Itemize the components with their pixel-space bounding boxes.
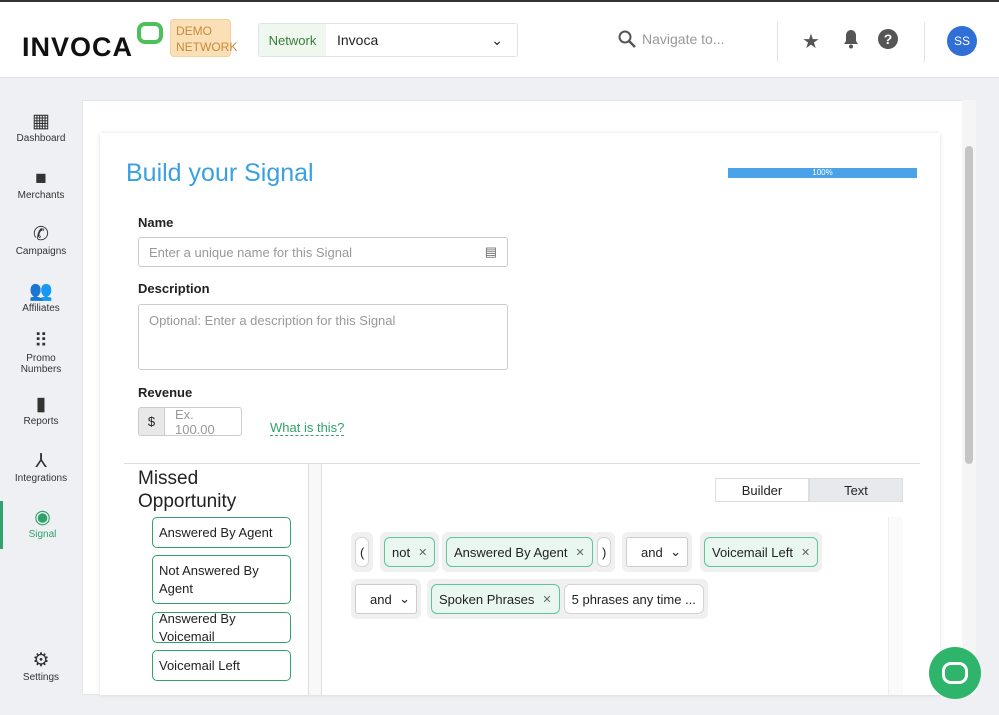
sidebar-item-affiliates[interactable]: 👥 Affiliates	[0, 281, 82, 314]
condition-not-answered-by-agent[interactable]: Not Answered By Agent	[152, 555, 291, 604]
operator-group: and ⌄	[622, 532, 692, 572]
navigate-search[interactable]: Navigate to...	[618, 30, 725, 48]
chat-button[interactable]	[929, 647, 981, 699]
not-group: not ✕	[380, 532, 440, 572]
what-is-this-link[interactable]: What is this?	[270, 420, 345, 436]
operator-select[interactable]: and ⌄	[355, 584, 417, 614]
condition-answered-by-voicemail[interactable]: Answered By Voicemail	[152, 611, 291, 644]
bar-chart-icon: ▮	[35, 394, 47, 415]
folder-icon: ■	[35, 168, 47, 189]
name-input[interactable]: Enter a unique name for this Signal ▤	[138, 237, 508, 267]
voicemail-left-token[interactable]: Voicemail Left ✕	[704, 537, 819, 567]
keypad-icon: ⠿	[34, 331, 48, 352]
page-title: Build your Signal	[126, 159, 314, 187]
close-paren[interactable]: )	[597, 537, 612, 567]
close-icon[interactable]: ✕	[542, 593, 551, 606]
people-icon: 👥	[29, 281, 53, 302]
chevron-down-icon: ⌄	[670, 544, 681, 559]
sidebar-item-campaigns[interactable]: ✆ Campaigns	[0, 224, 82, 257]
sidebar: ▦ Dashboard ■ Merchants ✆ Campaigns 👥 Affili…	[0, 79, 82, 715]
spoken-phrases-token[interactable]: Spoken Phrases ✕	[431, 584, 560, 614]
phrases-detail-token[interactable]: 5 phrases any time ...	[563, 584, 704, 614]
not-token[interactable]: not ✕	[384, 537, 436, 567]
description-textarea[interactable]: Optional: Enter a description for this S…	[138, 304, 508, 370]
tab-builder[interactable]: Builder	[715, 478, 809, 502]
operator-select[interactable]: and ⌄	[626, 537, 688, 567]
avatar[interactable]: SS	[947, 26, 977, 56]
condition-group: Voicemail Left ✕	[700, 532, 823, 572]
network-icon: ⅄	[35, 451, 47, 472]
category-title: Missed Opportunity	[138, 468, 237, 512]
condition-answered-by-agent[interactable]: Answered By Agent	[152, 517, 291, 548]
operator-group: and ⌄	[351, 579, 421, 619]
star-icon[interactable]: ★	[802, 29, 820, 54]
name-label: Name	[138, 215, 174, 230]
condition-voicemail-left[interactable]: Voicemail Left	[152, 650, 291, 681]
divider	[777, 22, 778, 62]
close-icon[interactable]: ✕	[575, 546, 584, 559]
sidebar-item-dashboard[interactable]: ▦ Dashboard	[0, 111, 82, 144]
help-icon[interactable]: ?	[878, 29, 898, 49]
dashboard-icon: ▦	[32, 111, 50, 132]
bell-icon[interactable]	[842, 29, 860, 49]
logo-bubble-icon	[137, 22, 163, 44]
revenue-label: Revenue	[138, 385, 193, 400]
open-paren[interactable]: (	[355, 537, 370, 567]
sidebar-item-reports[interactable]: ▮ Reports	[0, 394, 82, 427]
search-icon	[618, 30, 636, 48]
id-card-icon: ▤	[484, 244, 497, 259]
divider	[924, 22, 925, 62]
condition-group: Answered By Agent ✕	[442, 532, 597, 572]
chevron-down-icon: ⌄	[491, 31, 503, 48]
close-icon[interactable]: ✕	[801, 546, 810, 559]
chat-bubble-icon	[942, 662, 968, 684]
progress-bar: 100%	[728, 168, 917, 178]
demo-network-badge: DEMO NETWORK	[170, 19, 237, 57]
gear-icon: ⚙	[32, 650, 50, 671]
compass-icon: ◉	[34, 507, 51, 528]
revenue-input[interactable]: Ex. 100.00	[164, 407, 242, 437]
sidebar-item-integrations[interactable]: ⅄ Integrations	[0, 451, 82, 484]
top-header: INVOCA DEMO NETWORK Network Invoca ⌄ Navi…	[0, 2, 999, 78]
mode-toggle: Builder Text	[715, 478, 903, 502]
invoca-logo[interactable]: INVOCA	[22, 32, 133, 63]
search-placeholder: Navigate to...	[642, 31, 725, 47]
open-paren-group: (	[351, 532, 374, 572]
page-scrollbar[interactable]	[962, 100, 976, 695]
phone-forward-icon: ✆	[33, 224, 49, 245]
network-value: Invoca	[337, 32, 379, 48]
divider	[124, 463, 920, 464]
currency-addon: $	[138, 407, 165, 436]
description-label: Description	[138, 281, 210, 296]
sidebar-item-settings[interactable]: ⚙ Settings	[0, 650, 82, 683]
condition-list-scrollbar[interactable]	[308, 464, 322, 695]
network-select[interactable]: Network Invoca ⌄	[258, 23, 518, 57]
close-icon[interactable]: ✕	[418, 546, 427, 559]
sidebar-item-signal[interactable]: ◉ Signal	[0, 501, 82, 549]
sidebar-item-merchants[interactable]: ■ Merchants	[0, 168, 82, 201]
builder-scrollbar[interactable]	[888, 517, 903, 695]
condition-group: Spoken Phrases ✕ 5 phrases any time ...	[427, 579, 708, 619]
tab-text[interactable]: Text	[809, 478, 903, 502]
sidebar-item-promo-numbers[interactable]: ⠿ Promo Numbers	[0, 331, 82, 375]
network-label: Network	[259, 24, 326, 56]
close-paren-group: )	[593, 532, 616, 572]
answered-by-agent-token[interactable]: Answered By Agent ✕	[446, 537, 593, 567]
chevron-down-icon: ⌄	[399, 591, 410, 606]
